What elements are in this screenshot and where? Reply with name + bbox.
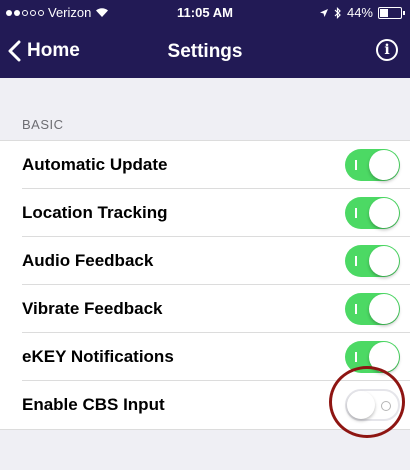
status-bar: Verizon 11:05 AM 44%	[0, 0, 410, 26]
toggle-knob	[369, 342, 399, 372]
bluetooth-icon	[334, 6, 341, 19]
setting-label: Enable CBS Input	[22, 395, 165, 414]
automatic-update-toggle[interactable]	[345, 149, 400, 181]
audio-feedback-toggle[interactable]	[345, 245, 400, 277]
setting-row-audio-feedback: Audio Feedback	[0, 237, 410, 285]
toggle-on-indicator	[355, 208, 357, 218]
toggle-off-indicator	[381, 401, 391, 411]
setting-label: eKEY Notifications	[22, 347, 174, 366]
page-title: Settings	[167, 41, 243, 62]
section-header: BASIC	[22, 117, 64, 132]
toggle-on-indicator	[355, 352, 357, 362]
setting-label: Audio Feedback	[22, 251, 154, 270]
battery-icon	[378, 6, 405, 19]
toggle-on-indicator	[355, 160, 357, 170]
settings-list: Automatic Update Location Tracking Audio F…	[0, 140, 410, 430]
battery-percent: 44%	[346, 5, 373, 20]
navigation-bar: Home Settings i	[0, 26, 410, 78]
status-bar-right: 44%	[319, 5, 405, 20]
toggle-on-indicator	[355, 304, 357, 314]
toggle-on-indicator	[355, 256, 357, 266]
setting-row-ekey-notifications: eKEY Notifications	[0, 333, 410, 381]
ekey-notifications-toggle[interactable]	[345, 341, 400, 373]
enable-cbs-input-toggle[interactable]	[345, 389, 400, 421]
toggle-knob	[369, 294, 399, 324]
toggle-knob	[347, 391, 375, 419]
setting-row-automatic-update: Automatic Update	[0, 141, 410, 189]
toggle-knob	[369, 150, 399, 180]
vibrate-feedback-toggle[interactable]	[345, 293, 400, 325]
setting-row-location-tracking: Location Tracking	[0, 189, 410, 237]
location-arrow-icon	[319, 8, 328, 17]
info-icon[interactable]: i	[376, 39, 398, 61]
toggle-knob	[369, 246, 399, 276]
setting-row-enable-cbs-input: Enable CBS Input	[0, 381, 410, 429]
setting-label: Vibrate Feedback	[22, 299, 163, 318]
setting-label: Automatic Update	[22, 155, 168, 174]
toggle-knob	[369, 198, 399, 228]
location-tracking-toggle[interactable]	[345, 197, 400, 229]
setting-row-vibrate-feedback: Vibrate Feedback	[0, 285, 410, 333]
setting-label: Location Tracking	[22, 203, 168, 222]
